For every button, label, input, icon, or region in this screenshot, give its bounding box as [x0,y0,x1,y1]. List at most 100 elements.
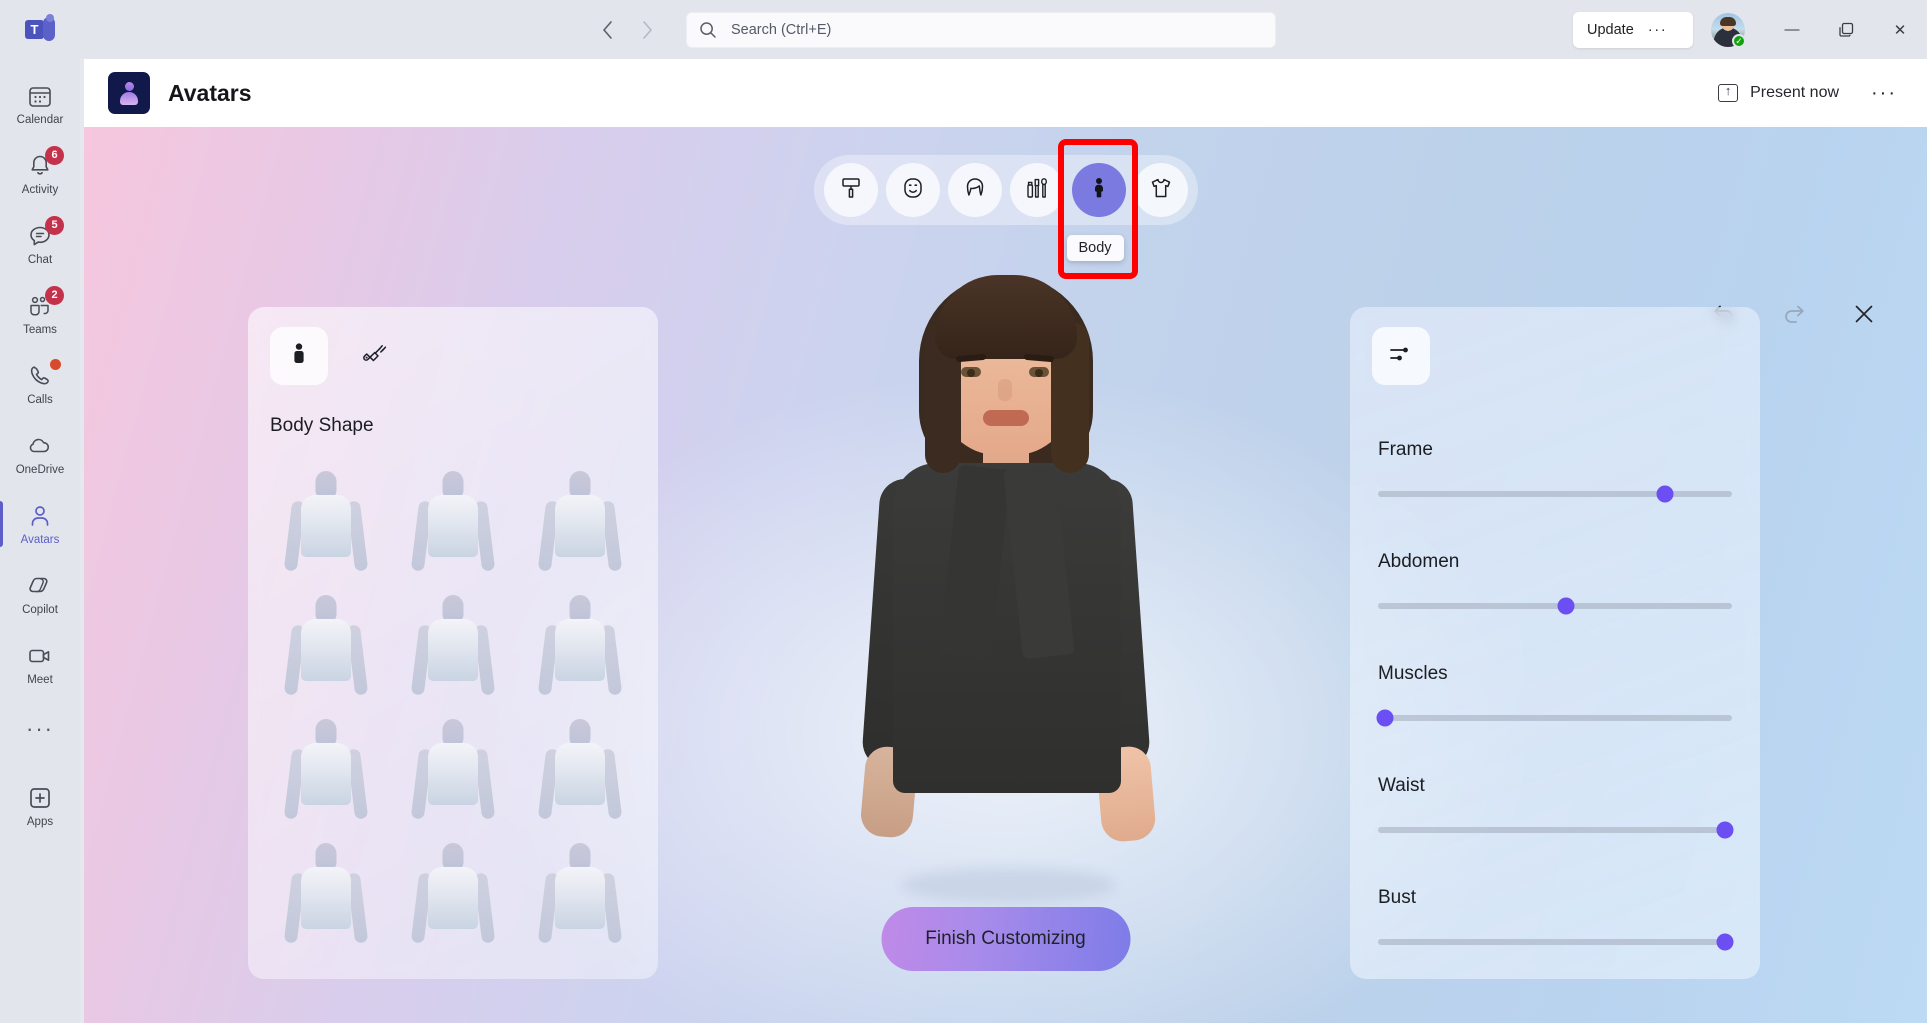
slider-track[interactable] [1376,709,1732,727]
slider-thumb[interactable] [1557,597,1575,615]
present-now-label: Present now [1750,84,1840,101]
slider-track[interactable] [1378,485,1732,503]
sidebar-item-label: Meet [27,674,53,686]
avatar-preview[interactable] [841,267,1171,987]
category-clothing-button[interactable] [1133,163,1188,217]
slider-muscles: Muscles [1350,663,1760,727]
sliders-icon [1388,341,1414,372]
avatar[interactable]: ✓ [1711,12,1746,48]
search-input[interactable]: Search (Ctrl+E) [686,11,1276,48]
tab-body-shape[interactable] [270,327,328,385]
maximize-button[interactable] [1819,0,1873,59]
sidebar-item-label: Apps [26,816,54,828]
person-icon [26,502,54,530]
sidebar-item-label: Calls [27,394,53,406]
sidebar-item-label: Copilot [22,604,58,616]
forward-button[interactable] [630,13,664,47]
sidebar-item-activity[interactable]: 6 Activity [0,139,80,209]
slider-thumb[interactable] [1716,933,1734,951]
sidebar-more-button[interactable]: ··· [0,699,80,759]
body-shape-option[interactable] [262,583,389,705]
sidebar-item-chat[interactable]: 5 Chat [0,209,80,279]
present-now-button[interactable]: Present now [1710,78,1847,108]
body-shape-option[interactable] [517,459,644,581]
avatar-hair-top [934,275,1077,359]
body-shape-option[interactable] [517,583,644,705]
finish-customizing-button[interactable]: Finish Customizing [881,907,1130,971]
close-editor-button[interactable] [1849,299,1879,329]
sidebar-item-apps[interactable]: Apps [0,771,80,841]
body-shape-option[interactable] [389,707,516,829]
slider-thumb[interactable] [1376,709,1394,727]
slider-thumb[interactable] [1716,821,1734,839]
teams-logo-zone: T [0,0,80,59]
status-badge: ✓ [1732,33,1746,48]
body-shape-option[interactable] [389,831,516,953]
slider-label: Waist [1378,775,1425,796]
sidebar-item-copilot[interactable]: Copilot [0,559,80,629]
sidebar-item-calendar[interactable]: Calendar [0,69,80,139]
category-style-button[interactable] [823,163,878,217]
search-icon [699,20,719,40]
window-controls: — ✕ [1765,0,1927,59]
face-icon [901,176,925,205]
category-face-button[interactable] [885,163,940,217]
body-shape-option[interactable] [262,831,389,953]
sidebar-item-label: Activity [21,184,59,196]
sidebar-item-teams[interactable]: 2 Teams [0,279,80,349]
tab-prosthetics[interactable] [346,327,404,385]
calendar-icon [26,82,54,110]
avatars-app-icon [108,72,150,114]
slider-frame: Frame [1350,439,1760,503]
category-hair-button[interactable] [947,163,1002,217]
slider-label: Muscles [1378,663,1448,684]
tab-sliders[interactable] [1372,327,1430,385]
body-shape-option[interactable] [389,459,516,581]
slider-abdomen: Abdomen [1350,551,1760,615]
slider-waist: Waist [1350,775,1760,839]
tshirt-icon [1149,176,1173,205]
search-placeholder: Search (Ctrl+E) [731,21,832,38]
slider-label: Abdomen [1378,551,1460,572]
sidebar-item-meet[interactable]: Meet [0,629,80,699]
plus-square-icon [26,784,54,812]
phone-icon [26,359,61,390]
prosthetic-arm-icon [361,340,389,373]
body-shape-option[interactable] [517,707,644,829]
sidebar-item-avatars[interactable]: Avatars [0,489,80,559]
body-icon [1087,176,1111,205]
nav-arrows [590,13,664,47]
teams-avatars-window: T Search (Ctrl+E) Update ··· ✓ — ✕ Calen… [0,0,1927,1023]
update-overflow-icon[interactable]: ··· [1648,21,1668,38]
slider-label: Frame [1378,439,1433,460]
body-shape-option[interactable] [389,583,516,705]
cloud-icon [26,432,54,460]
slider-track[interactable] [1378,597,1732,615]
body-shape-icon [286,341,312,372]
avatar-lips [982,410,1029,426]
redo-button[interactable] [1779,299,1809,329]
sidebar-item-onedrive[interactable]: OneDrive [0,419,80,489]
body-shape-panel: Body Shape [248,307,658,979]
update-button[interactable]: Update ··· [1573,11,1693,48]
share-screen-icon [1718,83,1739,102]
minimize-button[interactable]: — [1765,0,1819,59]
avatar-blazer [892,463,1121,793]
slider-bust: Bust [1350,887,1760,951]
body-shape-option[interactable] [262,707,389,829]
close-button[interactable]: ✕ [1873,0,1927,59]
app-overflow-button[interactable]: ··· [1867,82,1901,105]
body-shape-option[interactable] [517,831,644,953]
slider-track[interactable] [1378,933,1734,951]
slider-thumb[interactable] [1656,485,1674,503]
bell-icon: 6 [26,146,64,180]
copilot-icon [26,572,54,600]
category-makeup-button[interactable] [1009,163,1064,217]
back-button[interactable] [590,13,624,47]
category-body-button[interactable] [1071,163,1126,217]
slider-track[interactable] [1378,821,1734,839]
sidebar-item-calls[interactable]: Calls [0,349,80,419]
body-shape-option[interactable] [262,459,389,581]
category-toolbar [813,155,1198,225]
sidebar-item-label: Calendar [16,114,64,126]
